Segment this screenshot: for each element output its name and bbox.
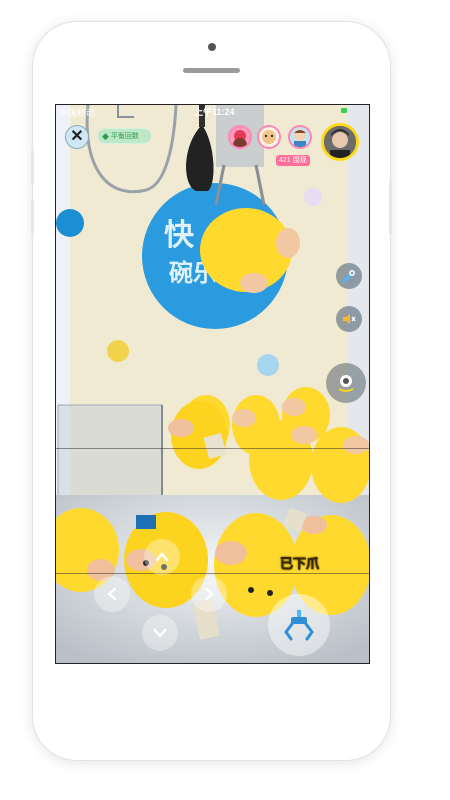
move-right-button[interactable] [191,576,227,612]
viewer-avatar[interactable] [257,125,281,149]
phone-speaker [183,68,240,73]
close-button[interactable]: ✕ [65,125,89,149]
camera-switch-icon [338,375,354,392]
phone-side-button [31,150,34,184]
close-icon: ✕ [70,128,84,145]
wrench-icon [342,270,355,283]
diamond-balance-text: 平衡回数 [110,133,139,140]
divider-line [56,573,369,574]
claw-icon [284,610,314,641]
status-time: 上午11:24 [194,107,235,117]
viewer-avatar[interactable] [228,125,252,149]
chevron-up-icon [155,552,169,562]
app-screen: 快 碗乐 中国移动 上午11:24 ✕ ◆ 平衡回数 421 围观 已下爪 [55,104,370,664]
diamond-balance-pill[interactable]: ◆ 平衡回数 [97,128,152,144]
phone-side-button [31,200,34,234]
grab-status-text: 已下爪 [280,556,320,572]
settings-button[interactable] [336,263,362,289]
phone-camera [208,43,216,51]
carrier-label: 中国移动 [59,108,96,118]
viewer-count-badge: 421 围观 [276,155,310,166]
phone-power-button [389,180,392,234]
battery-icon [341,108,347,113]
host-avatar[interactable] [321,123,359,161]
chevron-right-icon [204,587,214,601]
viewer-avatar[interactable] [288,125,312,149]
chevron-down-icon [153,628,167,638]
diamond-icon: ◆ [102,130,109,141]
chevron-left-icon [107,587,117,601]
divider-line [56,448,369,449]
speaker-muted-icon [343,314,356,324]
move-up-button[interactable] [144,539,180,575]
grab-button[interactable] [268,594,330,656]
status-bar: 中国移动 上午11:24 [56,105,369,118]
camera-switch-button[interactable] [326,363,366,403]
mute-button[interactable] [336,306,362,332]
move-left-button[interactable] [94,576,130,612]
move-down-button[interactable] [142,615,178,651]
